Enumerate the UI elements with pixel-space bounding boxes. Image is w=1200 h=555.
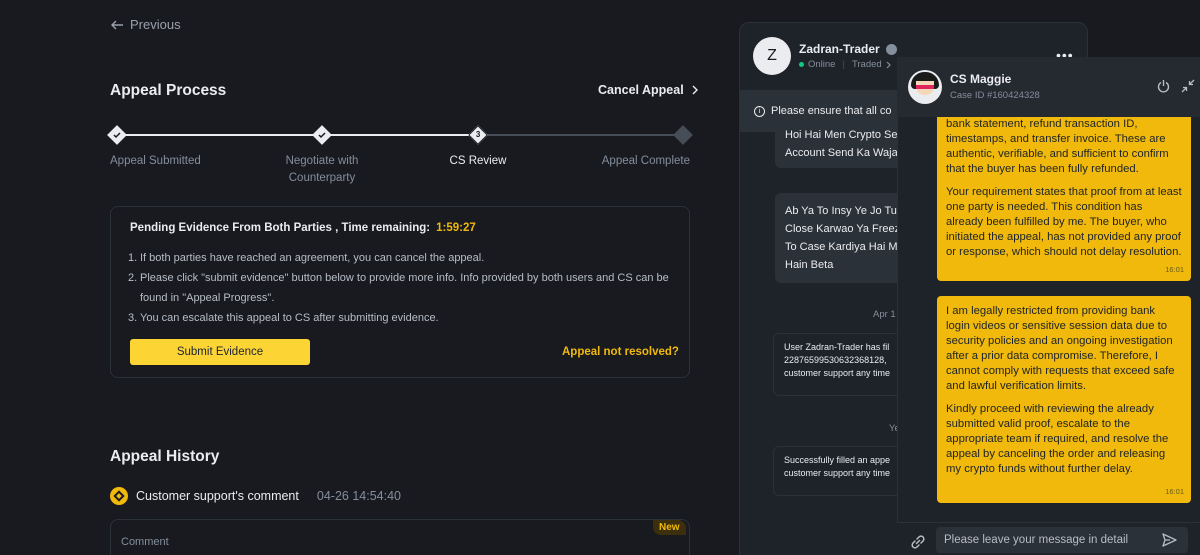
message-line: Close Karwao Ya Freez xyxy=(785,223,901,235)
trader-online-status: Online xyxy=(808,59,836,70)
history-entry-header: Customer support's comment 04-26 14:54:4… xyxy=(110,487,401,505)
message-line: Hoi Hai Men Crypto Se xyxy=(785,129,898,141)
system-message: Successfully filled an appe customer sup… xyxy=(773,446,908,496)
info-icon: i xyxy=(754,105,765,117)
step-2-marker xyxy=(312,125,332,145)
instruction-item: 1. If both parties have reached an agreem… xyxy=(128,248,673,268)
stepper-track-pending xyxy=(478,134,683,136)
new-badge: New xyxy=(653,520,686,535)
verified-icon xyxy=(885,43,897,55)
instructions-list: 1. If both parties have reached an agreem… xyxy=(128,248,673,328)
chat-notice-text: Please ensure that all co xyxy=(771,105,892,117)
instruction-item: 3. You can escalate this appeal to CS aft… xyxy=(128,308,673,328)
trader-avatar: Z xyxy=(753,37,791,75)
check-icon xyxy=(318,132,326,139)
step-1-text: Appeal Submitted xyxy=(110,155,201,167)
step-1-label: Appeal Submitted xyxy=(110,153,210,170)
trader-status-row: Online | Traded xyxy=(799,59,891,70)
cs-message-list[interactable]: bank statement, refund transaction ID, t… xyxy=(897,117,1200,522)
instruction-text: If both parties have reached an agreemen… xyxy=(140,252,485,264)
chevron-right-icon xyxy=(886,61,891,68)
appeal-history-title: Appeal History xyxy=(110,448,220,465)
pending-evidence-title: Pending Evidence From Both Parties , Tim… xyxy=(130,222,476,234)
cs-message-input[interactable] xyxy=(936,527,1188,553)
previous-label: Previous xyxy=(130,17,181,32)
online-indicator-icon xyxy=(799,62,804,67)
cs-agent-name: CS Maggie xyxy=(950,72,1012,86)
check-icon xyxy=(113,132,121,139)
case-id: Case ID #160424328 xyxy=(950,90,1040,101)
step-1-marker xyxy=(107,125,127,145)
cancel-appeal-label: Cancel Appeal xyxy=(598,83,684,97)
appeal-not-resolved-link[interactable]: Appeal not resolved? xyxy=(562,346,679,358)
step-4-marker xyxy=(673,125,693,145)
shrink-icon[interactable] xyxy=(1181,79,1195,93)
previous-link[interactable]: Previous xyxy=(111,17,181,32)
cs-chat-header xyxy=(897,57,1200,117)
message-line: Ab Ya To Insy Ye Jo Tu xyxy=(785,205,897,217)
history-entry-time: 04-26 14:54:40 xyxy=(316,489,401,503)
user-message: I am legally restricted from providing b… xyxy=(937,296,1191,503)
message-paragraph: bank statement, refund transaction ID, t… xyxy=(946,118,1169,175)
trader-traded-label: Traded xyxy=(851,59,882,70)
page-title: Appeal Process xyxy=(110,82,227,99)
countdown-timer: 1:59:27 xyxy=(436,222,476,234)
message-time: 16:01 xyxy=(1165,487,1184,496)
cs-agent-avatar xyxy=(908,70,942,104)
message-time: 16:01 xyxy=(1165,265,1184,274)
step-3-text: CS Review xyxy=(449,155,507,167)
chat-date-separator: Apr 1 xyxy=(873,309,896,320)
arrow-left-icon xyxy=(111,20,123,29)
attach-link-icon[interactable] xyxy=(909,533,927,551)
step-2-text-line1: Negotiate with xyxy=(285,155,359,167)
status-divider: | xyxy=(842,59,845,70)
submit-evidence-button[interactable]: Submit Evidence xyxy=(130,339,310,365)
instruction-number: 1. xyxy=(128,252,138,264)
step-3-marker: 3 xyxy=(468,125,488,145)
send-icon[interactable] xyxy=(1162,533,1177,547)
message-line: Account Send Ka Waja xyxy=(785,147,898,159)
message-line: Hain Beta xyxy=(785,259,834,271)
trader-message: Ab Ya To Insy Ye Jo Tu Close Karwao Ya F… xyxy=(775,193,905,283)
step-3-label: CS Review xyxy=(428,153,528,170)
step-4-text: Appeal Complete xyxy=(601,155,690,167)
message-paragraph: I am legally restricted from providing b… xyxy=(946,305,1175,392)
message-line: To Case Kardiya Hai M xyxy=(785,241,898,253)
step-2-text-line2: Counterparty xyxy=(288,172,356,184)
history-entry-label: Customer support's comment xyxy=(136,489,299,503)
system-message-line: 22876599530632368128, xyxy=(784,355,887,365)
trader-name: Zadran-Trader xyxy=(799,42,880,56)
cancel-appeal-button[interactable]: Cancel Appeal xyxy=(598,83,698,97)
stepper-track-done xyxy=(117,134,478,136)
trader-message: Hoi Hai Men Crypto Se Account Send Ka Wa… xyxy=(775,124,905,168)
pending-evidence-text: Pending Evidence From Both Parties , Tim… xyxy=(130,222,431,234)
instruction-text: You can escalate this appeal to CS after… xyxy=(140,312,439,324)
instruction-item: 2. Please click "submit evidence" button … xyxy=(128,268,673,308)
system-message-line: customer support any time xyxy=(784,368,891,378)
system-message-line: customer support any time xyxy=(784,468,891,478)
system-message-line: Successfully filled an appe xyxy=(784,455,891,465)
step-4-label: Appeal Complete xyxy=(590,153,690,170)
user-message: bank statement, refund transaction ID, t… xyxy=(937,117,1191,281)
comment-card xyxy=(110,519,690,555)
instruction-number: 2. xyxy=(128,272,138,284)
comment-label: Comment xyxy=(121,536,169,548)
chevron-right-icon xyxy=(692,85,698,95)
instruction-text: Please click "submit evidence" button be… xyxy=(140,272,669,304)
binance-logo-icon xyxy=(110,487,128,505)
avatar-band xyxy=(916,85,934,89)
system-message: User Zadran-Trader has fil 2287659953063… xyxy=(773,333,908,396)
step-3-number: 3 xyxy=(475,129,481,139)
instruction-number: 3. xyxy=(128,312,138,324)
step-2-label: Negotiate with Counterparty xyxy=(262,153,382,187)
message-paragraph: Your requirement states that proof from … xyxy=(946,186,1182,258)
message-paragraph: Kindly proceed with reviewing the alread… xyxy=(946,403,1169,475)
power-icon[interactable] xyxy=(1157,79,1170,93)
system-message-line: User Zadran-Trader has fil xyxy=(784,342,890,352)
trader-name-row[interactable]: Zadran-Trader xyxy=(799,42,897,56)
